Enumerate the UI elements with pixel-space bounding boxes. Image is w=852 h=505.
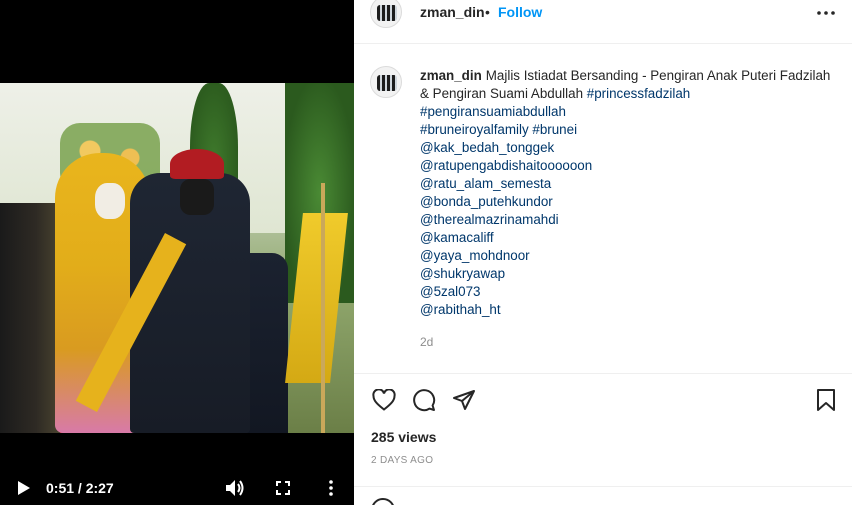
caption-link[interactable]: @kamacaliff	[420, 229, 840, 247]
comment-bar	[354, 486, 852, 505]
post-actions	[354, 373, 852, 427]
caption-username[interactable]: zman_din	[420, 68, 482, 83]
volume-button[interactable]	[222, 470, 248, 505]
emoji-button[interactable]	[370, 497, 396, 505]
comment-post-button[interactable]	[808, 497, 838, 505]
share-icon	[453, 390, 475, 410]
post-date[interactable]: 2 DAYS AGO	[371, 455, 433, 466]
header-separator: •	[485, 4, 490, 20]
video-pole	[321, 183, 325, 433]
heart-icon	[372, 389, 396, 411]
comment-button[interactable]	[410, 386, 438, 414]
video-controls: 0:51 / 2:27	[0, 470, 354, 505]
caption-link[interactable]: @shukryawap	[420, 265, 840, 283]
post-options-button[interactable]	[814, 2, 838, 24]
caption-link[interactable]: @ratupengabdishaitoooooon	[420, 157, 840, 175]
share-button[interactable]	[450, 386, 478, 414]
caption-link[interactable]: @5zal073	[420, 283, 840, 301]
video-frame[interactable]	[0, 83, 354, 433]
follow-button[interactable]: Follow	[498, 4, 542, 20]
volume-icon	[226, 479, 244, 496]
video-cap	[170, 149, 224, 179]
view-count[interactable]: 285 views	[371, 429, 436, 445]
video-more-button[interactable]	[318, 470, 344, 505]
play-button[interactable]	[10, 470, 38, 505]
caption-age[interactable]: 2d	[420, 333, 840, 351]
bookmark-icon	[817, 389, 835, 411]
caption-link[interactable]: @bonda_putehkundor	[420, 193, 840, 211]
caption-link[interactable]: @ratu_alam_semesta	[420, 175, 840, 193]
comment-icon	[413, 389, 436, 412]
caption-hashtag[interactable]: #princessfadzilah	[587, 86, 690, 101]
more-vertical-icon	[329, 479, 333, 496]
caption-link[interactable]: @therealmazrinamahdi	[420, 211, 840, 229]
fullscreen-icon	[276, 480, 290, 495]
more-horizontal-icon	[817, 11, 835, 15]
video-time: 0:51 / 2:27	[46, 479, 114, 496]
emoji-icon	[372, 498, 394, 505]
play-icon	[18, 480, 30, 495]
avatar[interactable]	[370, 0, 402, 28]
caption-avatar[interactable]	[370, 66, 402, 98]
post-header: zman_din • Follow	[354, 0, 852, 44]
video-crowd	[0, 203, 60, 433]
save-button[interactable]	[812, 386, 840, 414]
caption-link[interactable]: @rabithah_ht	[420, 301, 840, 319]
caption-link[interactable]: @kak_bedah_tonggek	[420, 139, 840, 157]
video-woman-face	[95, 183, 125, 219]
video-player[interactable]: 0:51 / 2:27	[0, 0, 354, 505]
caption-link[interactable]: #pengiransuamiabdullah	[420, 103, 840, 121]
header-username[interactable]: zman_din	[420, 4, 485, 20]
caption-link[interactable]: @yaya_mohdnoor	[420, 247, 840, 265]
post-caption: zman_din Majlis Istiadat Bersanding - Pen…	[420, 67, 840, 351]
post-panel: zman_din • Follow zman_din Majlis Istiada…	[354, 0, 852, 505]
video-officer-face	[180, 179, 214, 215]
fullscreen-button[interactable]	[270, 470, 296, 505]
like-button[interactable]	[370, 386, 398, 414]
caption-link[interactable]: #bruneiroyalfamily #brunei	[420, 121, 840, 139]
